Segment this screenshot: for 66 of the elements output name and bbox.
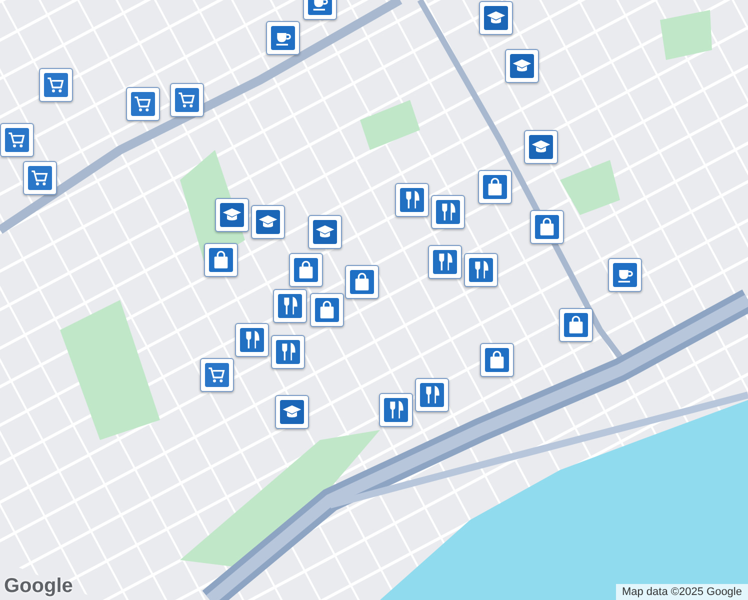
- map-marker[interactable]: [524, 130, 558, 164]
- mortarboard-icon: [280, 400, 304, 424]
- cart-icon: [131, 92, 155, 116]
- fork-knife-icon: [420, 383, 444, 407]
- map-marker[interactable]: [505, 49, 539, 83]
- map-marker[interactable]: [379, 393, 413, 427]
- mortarboard-icon: [313, 220, 337, 244]
- shopping-bag-icon: [535, 215, 559, 239]
- mortarboard-icon: [510, 54, 534, 78]
- fork-knife-icon: [276, 340, 300, 364]
- map-marker[interactable]: [126, 87, 160, 121]
- map-marker[interactable]: [345, 265, 379, 299]
- map-marker[interactable]: [415, 378, 449, 412]
- shopping-bag-icon: [350, 270, 374, 294]
- cart-icon: [28, 166, 52, 190]
- shopping-bag-icon: [315, 298, 339, 322]
- map-marker[interactable]: [266, 21, 300, 55]
- map-marker[interactable]: [530, 210, 564, 244]
- cart-icon: [5, 128, 29, 152]
- map-marker[interactable]: [235, 323, 269, 357]
- cup-icon: [613, 263, 637, 287]
- fork-knife-icon: [400, 188, 424, 212]
- map-marker[interactable]: [464, 253, 498, 287]
- map-marker[interactable]: [170, 83, 204, 117]
- cart-icon: [205, 363, 229, 387]
- map-marker[interactable]: [395, 183, 429, 217]
- shopping-bag-icon: [485, 348, 509, 372]
- fork-knife-icon: [433, 250, 457, 274]
- map-marker[interactable]: [431, 195, 465, 229]
- fork-knife-icon: [384, 398, 408, 422]
- cup-icon: [271, 26, 295, 50]
- map-attribution: Map data ©2025 Google: [616, 584, 748, 600]
- mortarboard-icon: [529, 135, 553, 159]
- map-marker[interactable]: [310, 293, 344, 327]
- map-marker[interactable]: [479, 1, 513, 35]
- map-marker[interactable]: [289, 253, 323, 287]
- map-marker[interactable]: [215, 198, 249, 232]
- map-marker[interactable]: [608, 258, 642, 292]
- map-marker[interactable]: [273, 289, 307, 323]
- google-logo: Google: [4, 575, 73, 598]
- map-marker[interactable]: [204, 243, 238, 277]
- shopping-bag-icon: [564, 313, 588, 337]
- map-marker[interactable]: [39, 68, 73, 102]
- map-marker[interactable]: [23, 161, 57, 195]
- map-marker[interactable]: [478, 170, 512, 204]
- cart-icon: [175, 88, 199, 112]
- map-marker[interactable]: [308, 215, 342, 249]
- mortarboard-icon: [220, 203, 244, 227]
- map-marker[interactable]: [275, 395, 309, 429]
- mortarboard-icon: [256, 210, 280, 234]
- map-marker[interactable]: [480, 343, 514, 377]
- map-marker[interactable]: [559, 308, 593, 342]
- fork-knife-icon: [469, 258, 493, 282]
- fork-knife-icon: [278, 294, 302, 318]
- shopping-bag-icon: [209, 248, 233, 272]
- shopping-bag-icon: [483, 175, 507, 199]
- shopping-bag-icon: [294, 258, 318, 282]
- map-marker[interactable]: [0, 123, 34, 157]
- map-marker[interactable]: [200, 358, 234, 392]
- map-marker[interactable]: [251, 205, 285, 239]
- mortarboard-icon: [484, 6, 508, 30]
- fork-knife-icon: [436, 200, 460, 224]
- map-marker[interactable]: [428, 245, 462, 279]
- map-marker[interactable]: [271, 335, 305, 369]
- fork-knife-icon: [240, 328, 264, 352]
- cart-icon: [44, 73, 68, 97]
